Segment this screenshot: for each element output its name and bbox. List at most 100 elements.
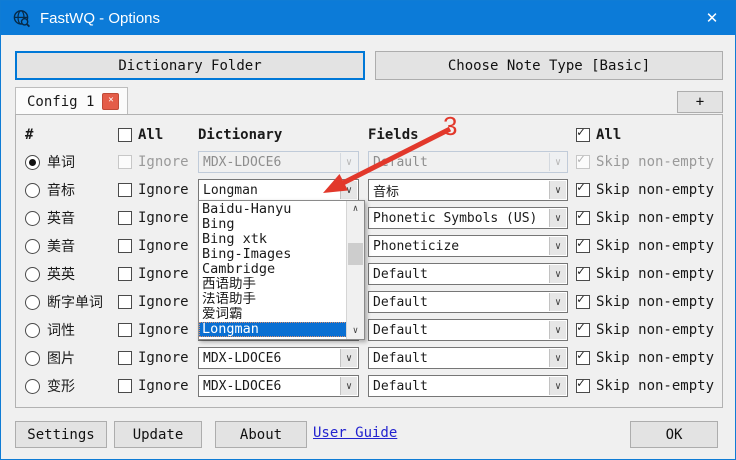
- ignore-checkbox[interactable]: [118, 267, 132, 281]
- row-radio[interactable]: [25, 379, 40, 394]
- skip-checkbox[interactable]: ✓: [576, 351, 590, 365]
- dropdown-item[interactable]: Bing-Images: [199, 247, 347, 262]
- scroll-down-icon[interactable]: ∨: [347, 323, 364, 339]
- fields-select[interactable]: Default∨: [368, 319, 568, 341]
- dropdown-item[interactable]: 爱词霸: [199, 307, 347, 322]
- header-all-left: All: [138, 127, 163, 143]
- app-globe-icon: [12, 9, 31, 28]
- about-button[interactable]: About: [215, 421, 307, 448]
- row-radio[interactable]: [25, 351, 40, 366]
- fields-select[interactable]: Default∨: [368, 347, 568, 369]
- row-radio[interactable]: [25, 155, 40, 170]
- tab-close-icon[interactable]: ✕: [102, 93, 119, 110]
- fields-value: Default: [373, 295, 428, 310]
- row-label: 英音: [47, 208, 75, 228]
- ignore-checkbox[interactable]: [118, 211, 132, 225]
- dictionary-select[interactable]: MDX-LDOCE6∨: [198, 347, 359, 369]
- all-skip-checkbox[interactable]: ✓: [576, 128, 590, 142]
- tab-config-1[interactable]: Config 1 ✕: [15, 87, 128, 115]
- user-guide-link[interactable]: User Guide: [313, 425, 397, 441]
- ignore-checkbox[interactable]: [118, 155, 132, 169]
- header-all-right: All: [596, 127, 621, 143]
- close-icon: ✕: [706, 9, 719, 27]
- dictionary-select[interactable]: MDX-LDOCE6∨: [198, 151, 359, 173]
- ignore-checkbox[interactable]: [118, 379, 132, 393]
- row-radio[interactable]: [25, 267, 40, 282]
- fields-select[interactable]: Phonetic Symbols (US)∨: [368, 207, 568, 229]
- row-label: 词性: [47, 320, 75, 340]
- add-tab-button[interactable]: +: [677, 91, 723, 113]
- ignore-checkbox[interactable]: [118, 183, 132, 197]
- scrollbar-thumb[interactable]: [348, 243, 363, 265]
- check-icon: ✓: [577, 377, 585, 391]
- row-label: 变形: [47, 376, 75, 396]
- check-icon: ✓: [577, 126, 585, 140]
- ok-button[interactable]: OK: [630, 421, 718, 448]
- dropdown-item[interactable]: 西语助手: [199, 277, 347, 292]
- ignore-label: Ignore: [138, 322, 189, 338]
- skip-label: Skip non-empty: [596, 210, 714, 226]
- header-fields: Fields: [368, 127, 419, 143]
- row-radio[interactable]: [25, 323, 40, 338]
- fields-select[interactable]: Default∨: [368, 263, 568, 285]
- fields-select[interactable]: Default ∨: [368, 291, 568, 313]
- fields-select[interactable]: Phoneticize∨: [368, 235, 568, 257]
- fields-value: Default: [373, 267, 428, 282]
- dropdown-item[interactable]: Cambridge: [199, 262, 347, 277]
- row-radio[interactable]: [25, 183, 40, 198]
- skip-label: Skip non-empty: [596, 266, 714, 282]
- ignore-checkbox[interactable]: [118, 351, 132, 365]
- skip-checkbox[interactable]: ✓: [576, 267, 590, 281]
- dropdown-item-selected[interactable]: Longman: [199, 322, 347, 337]
- dictionary-folder-button[interactable]: Dictionary Folder: [15, 51, 365, 80]
- fields-select[interactable]: 音标∨: [368, 179, 568, 201]
- dropdown-item[interactable]: 法语助手: [199, 292, 347, 307]
- chevron-down-icon: ∨: [340, 181, 357, 199]
- close-button[interactable]: ✕: [689, 1, 735, 35]
- ignore-checkbox[interactable]: [118, 323, 132, 337]
- dictionary-select[interactable]: MDX-LDOCE6∨: [198, 375, 359, 397]
- skip-checkbox[interactable]: ✓: [576, 379, 590, 393]
- dropdown-item[interactable]: Baidu-Hanyu: [199, 202, 347, 217]
- chevron-down-icon: ∨: [549, 293, 566, 311]
- titlebar: FastWQ - Options ✕: [1, 1, 735, 35]
- fields-value: Default: [373, 379, 428, 394]
- skip-checkbox[interactable]: ✓: [576, 211, 590, 225]
- row-radio[interactable]: [25, 295, 40, 310]
- fields-select[interactable]: Default∨: [368, 375, 568, 397]
- update-button[interactable]: Update: [114, 421, 202, 448]
- skip-checkbox[interactable]: ✓: [576, 295, 590, 309]
- row-radio[interactable]: [25, 239, 40, 254]
- ignore-checkbox[interactable]: [118, 295, 132, 309]
- dropdown-item[interactable]: Bing: [199, 217, 347, 232]
- table-row: 英英 Ignore ∨ Default∨ ✓Skip non-empty: [25, 260, 722, 288]
- skip-checkbox[interactable]: ✓: [576, 239, 590, 253]
- skip-checkbox[interactable]: ✓: [576, 183, 590, 197]
- dropdown-scrollbar[interactable]: ∧ ∨: [346, 201, 364, 339]
- fields-select[interactable]: Default∨: [368, 151, 568, 173]
- table-row: 音标 Ignore Longman∨ 音标∨ ✓Skip non-empty: [25, 176, 722, 204]
- table-header: # All Dictionary Fields ✓ All: [25, 122, 722, 148]
- row-label: 单词: [47, 152, 75, 172]
- dropdown-item[interactable]: Bing xtk: [199, 232, 347, 247]
- check-icon: ✓: [577, 321, 585, 335]
- table-row: 美音 Ignore ∨ Phoneticize∨ ✓Skip non-empty: [25, 232, 722, 260]
- check-icon: ✓: [577, 209, 585, 223]
- all-ignore-checkbox[interactable]: [118, 128, 132, 142]
- dictionary-select-open[interactable]: Longman∨: [198, 179, 359, 201]
- chevron-down-icon: ∨: [549, 237, 566, 255]
- skip-checkbox[interactable]: ✓: [576, 155, 590, 169]
- settings-button[interactable]: Settings: [15, 421, 107, 448]
- options-window: FastWQ - Options ✕ Dictionary Folder Cho…: [0, 0, 736, 460]
- fields-value: Phonetic Symbols (US): [373, 211, 537, 226]
- ignore-checkbox[interactable]: [118, 239, 132, 253]
- skip-label: Skip non-empty: [596, 350, 714, 366]
- check-icon: ✓: [577, 293, 585, 307]
- check-icon: ✓: [577, 265, 585, 279]
- scroll-up-icon[interactable]: ∧: [347, 201, 364, 217]
- row-radio[interactable]: [25, 211, 40, 226]
- ignore-label: Ignore: [138, 182, 189, 198]
- choose-note-type-button[interactable]: Choose Note Type [Basic]: [375, 51, 723, 80]
- ignore-label: Ignore: [138, 266, 189, 282]
- skip-checkbox[interactable]: ✓: [576, 323, 590, 337]
